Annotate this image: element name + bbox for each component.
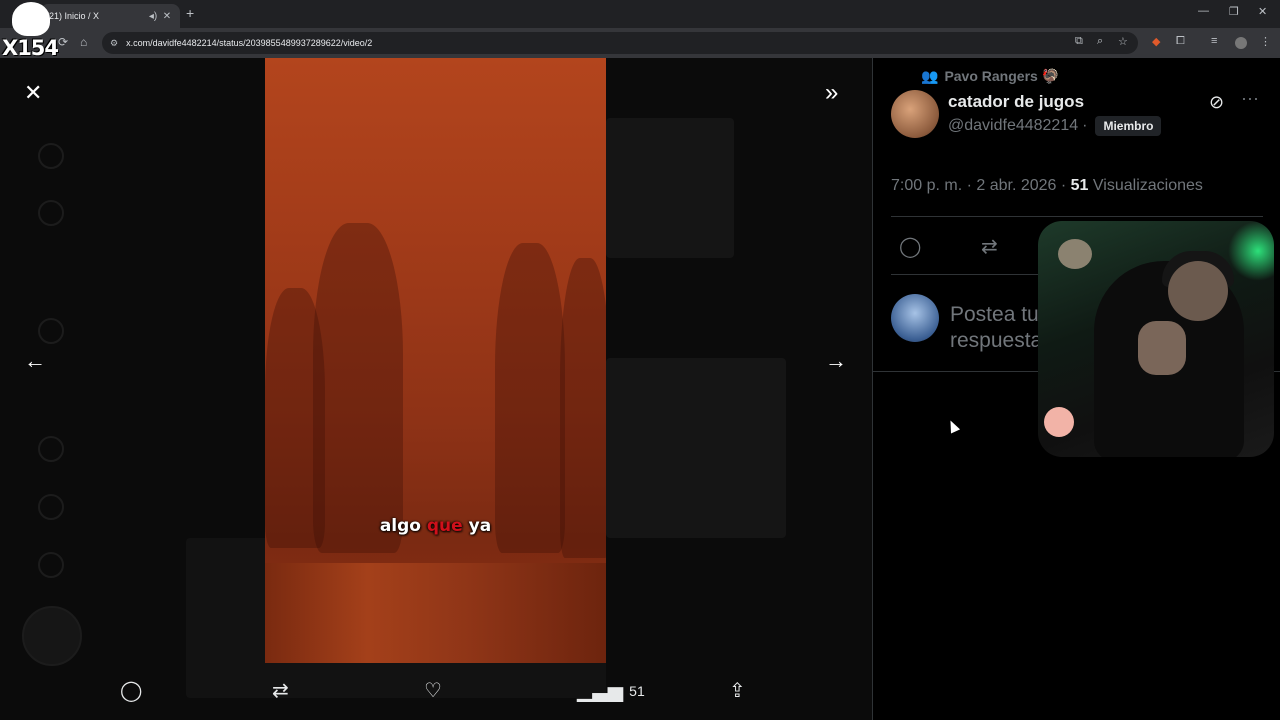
webcam-overlay <box>1038 221 1274 457</box>
repost-icon[interactable]: ⇄ <box>981 234 998 259</box>
background-ghost <box>606 118 734 258</box>
author-handle-row: @davidfe4482214 · Miembro <box>948 116 1162 136</box>
post-meta: 7:00 p. m. · 2 abr. 2026 · 51 Visualizac… <box>891 177 1203 195</box>
community-icon: 👥 <box>921 68 939 84</box>
expand-panel-icon[interactable]: » <box>825 79 838 107</box>
views-number: 51 <box>1070 177 1089 194</box>
zoom-icon[interactable]: ⌕ <box>1097 35 1103 48</box>
extension-icon[interactable]: ◆ <box>1152 35 1160 48</box>
previous-media-icon[interactable]: ← <box>24 348 46 374</box>
pig-sticker <box>1044 407 1074 437</box>
bookmark-star-icon[interactable]: ☆ <box>1118 35 1128 48</box>
author-name[interactable]: catador de jugos <box>948 92 1084 112</box>
overlay-watermark: X154 <box>2 36 59 60</box>
views-count: 51 <box>629 682 645 699</box>
viewer-action-bar: ◯ ⇄ ♡ ▁▃▅ 51 ⇪ <box>0 678 872 708</box>
webcam-light <box>1228 221 1274 281</box>
video-figure <box>313 223 403 553</box>
speaker-icon[interactable]: ◂) <box>146 11 160 22</box>
reply-input[interactable]: Postea tu respuesta <box>950 302 1050 352</box>
screenshot-icon[interactable]: ⧉ <box>1075 35 1083 48</box>
extensions-puzzle-icon[interactable]: ⧠ <box>1176 35 1185 48</box>
reload-icon[interactable]: ⟳ <box>58 35 68 49</box>
reply-icon[interactable]: ◯ <box>120 678 142 703</box>
menu-dots-icon[interactable]: ⋮ <box>1260 35 1271 48</box>
community-name: Pavo Rangers 🦃 <box>944 68 1060 84</box>
author-handle[interactable]: @davidfe4482214 <box>948 117 1078 135</box>
caption-post: ya <box>462 516 492 536</box>
tab-title: (21) Inicio / X <box>46 11 100 21</box>
home-icon[interactable]: ⌂ <box>80 35 87 49</box>
ghost-lists-icon <box>38 436 64 462</box>
media-control-icon[interactable]: ≡ <box>1211 35 1217 47</box>
ghost-more-icon <box>38 552 64 578</box>
browser-tab[interactable]: (21) Inicio / X ◂) ✕ <box>40 4 180 28</box>
minimize-icon[interactable]: — <box>1198 5 1209 17</box>
current-user-avatar[interactable] <box>891 294 939 342</box>
video-figure <box>265 288 325 548</box>
author-avatar[interactable] <box>891 90 939 138</box>
background-ghost <box>606 358 786 538</box>
views-button[interactable]: ▁▃▅ 51 <box>577 678 645 703</box>
close-viewer-icon[interactable]: ✕ <box>24 80 42 106</box>
ghost-search-icon <box>38 200 64 226</box>
ghost-messages-icon <box>38 318 64 344</box>
close-tab-icon[interactable]: ✕ <box>160 11 174 22</box>
video-figure <box>560 258 606 558</box>
caption-pre: algo <box>379 516 427 536</box>
next-media-icon[interactable]: → <box>825 348 847 374</box>
reply-icon[interactable]: ◯ <box>899 234 921 259</box>
stream-overlay-logo: X154 <box>2 2 59 60</box>
maximize-icon[interactable]: ❐ <box>1229 5 1239 18</box>
post-time: 7:00 p. m. · 2 abr. 2026 · <box>891 177 1071 194</box>
caption-highlight: que <box>426 516 463 536</box>
divider <box>891 216 1263 217</box>
ghost-post-button <box>22 606 82 666</box>
webcam-face <box>1168 261 1228 321</box>
grok-icon[interactable]: ⊘ <box>1209 92 1224 113</box>
new-tab-icon[interactable]: + <box>186 5 194 21</box>
overlay-mascot <box>12 2 50 36</box>
media-viewer: algo que ya ✕ » ← → ◯ ⇄ ♡ ▁▃▅ 51 ⇪ <box>0 58 872 720</box>
site-info-icon[interactable]: ⚙ <box>110 38 118 49</box>
webcam-hands <box>1138 321 1186 375</box>
more-options-icon[interactable]: ··· <box>1241 88 1259 109</box>
profile-avatar[interactable] <box>1235 37 1247 49</box>
browser-toolbar: ⟳ ⌂ ⚙ x.com/davidfe4482214/status/203985… <box>0 28 1280 58</box>
video-bottom-frame <box>265 563 606 663</box>
address-bar[interactable]: ⚙ x.com/davidfe4482214/status/2039855489… <box>102 32 1138 54</box>
repost-icon[interactable]: ⇄ <box>272 678 289 703</box>
views-label: Visualizaciones <box>1088 177 1203 194</box>
member-badge: Miembro <box>1095 116 1162 136</box>
ghost-home-icon <box>38 143 64 169</box>
video-caption: algo que ya <box>265 516 606 536</box>
bar-chart-icon: ▁▃▅ <box>577 680 624 702</box>
browser-tabbar: (21) Inicio / X ◂) ✕ + — ❐ ✕ <box>0 0 1280 28</box>
video-figure <box>495 243 565 553</box>
community-label[interactable]: 👥 Pavo Rangers 🦃 <box>921 68 1059 85</box>
close-window-icon[interactable]: ✕ <box>1258 5 1267 18</box>
handle-separator: · <box>1082 117 1088 134</box>
like-icon[interactable]: ♡ <box>424 678 442 703</box>
share-icon[interactable]: ⇪ <box>729 678 746 703</box>
ghost-profile-icon <box>38 494 64 520</box>
url-text: x.com/davidfe4482214/status/203985548993… <box>126 38 373 48</box>
webcam-lamp <box>1058 239 1092 269</box>
